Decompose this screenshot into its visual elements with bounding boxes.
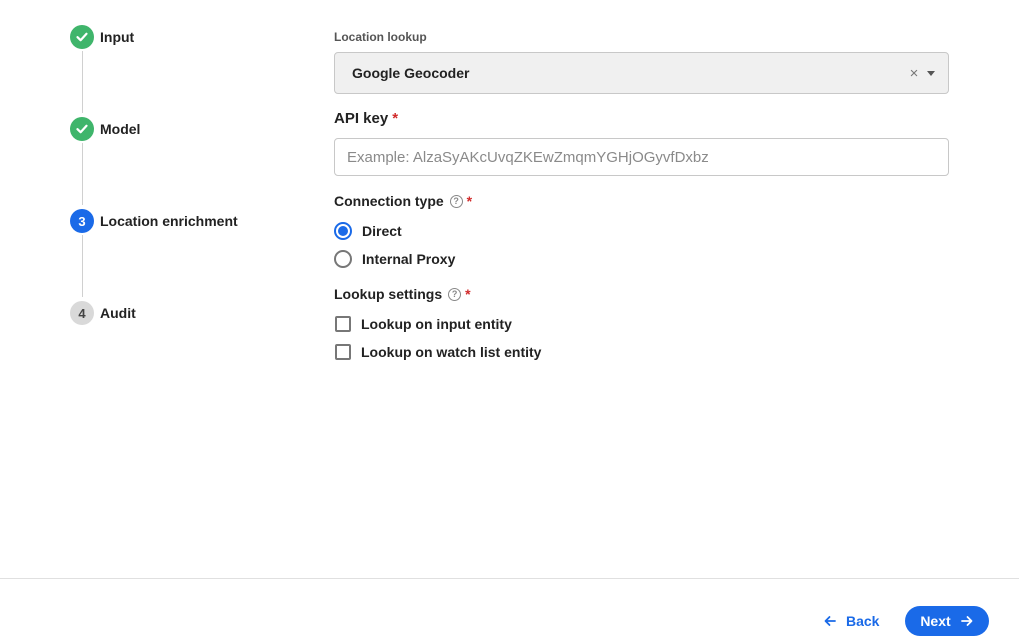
step-complete-indicator: [70, 117, 94, 141]
chevron-down-icon[interactable]: [927, 70, 935, 76]
footer-divider: [0, 578, 1019, 579]
checkbox-lookup-input-entity[interactable]: Lookup on input entity: [334, 314, 512, 334]
step-complete-indicator: [70, 25, 94, 49]
step-connector: [81, 235, 83, 297]
api-key-label: API key *: [334, 110, 398, 127]
required-marker: *: [392, 110, 399, 127]
required-marker: *: [466, 193, 473, 209]
question-circle-icon[interactable]: ?: [449, 194, 463, 208]
connection-type-label: Connection type ? *: [334, 193, 472, 209]
step-location-enrichment[interactable]: 3 Location enrichment: [70, 209, 238, 233]
question-circle-icon[interactable]: ?: [448, 287, 462, 301]
step-audit[interactable]: 4 Audit: [70, 301, 136, 325]
checkbox-label: Lookup on watch list entity: [361, 344, 542, 360]
checkbox-lookup-watch-list-entity[interactable]: Lookup on watch list entity: [334, 342, 541, 362]
step-number: 4: [70, 301, 94, 325]
radio-label: Direct: [362, 223, 402, 239]
step-label: Model: [100, 121, 141, 137]
step-label: Audit: [100, 305, 136, 321]
next-button[interactable]: Next: [905, 606, 989, 636]
step-connector: [81, 51, 83, 113]
radio-direct[interactable]: Direct: [334, 221, 402, 241]
api-key-label-text: API key: [334, 110, 389, 127]
back-button-label: Back: [846, 613, 880, 629]
api-key-input[interactable]: [334, 138, 949, 176]
required-marker: *: [465, 286, 471, 302]
check-icon: [76, 124, 88, 134]
check-icon: [76, 32, 88, 42]
radio-button[interactable]: [334, 222, 352, 240]
radio-button[interactable]: [334, 250, 352, 268]
location-lookup-caption: Location lookup: [334, 30, 427, 44]
back-button[interactable]: Back: [815, 606, 887, 636]
step-label: Location enrichment: [100, 213, 238, 229]
lookup-settings-label: Lookup settings ? *: [334, 286, 471, 302]
connection-type-label-text: Connection type: [334, 193, 444, 209]
step-connector: [81, 143, 83, 205]
checkbox[interactable]: [335, 344, 351, 360]
radio-label: Internal Proxy: [362, 251, 456, 267]
step-number: 3: [70, 209, 94, 233]
arrow-right-icon: [960, 614, 974, 628]
radio-internal-proxy[interactable]: Internal Proxy: [334, 249, 455, 269]
step-input[interactable]: Input: [70, 25, 134, 49]
checkbox[interactable]: [335, 316, 351, 332]
location-lookup-value: Google Geocoder: [352, 65, 470, 81]
next-button-label: Next: [920, 613, 951, 629]
step-label: Input: [100, 29, 135, 45]
arrow-left-icon: [823, 614, 837, 628]
location-lookup-select[interactable]: Google Geocoder ×: [334, 52, 949, 94]
lookup-settings-label-text: Lookup settings: [334, 286, 443, 302]
close-icon[interactable]: ×: [907, 66, 921, 81]
step-model[interactable]: Model: [70, 117, 140, 141]
checkbox-label: Lookup on input entity: [361, 316, 512, 332]
wizard-stepper: Input Model 3 Location enrichment 4 Audi…: [70, 25, 310, 335]
